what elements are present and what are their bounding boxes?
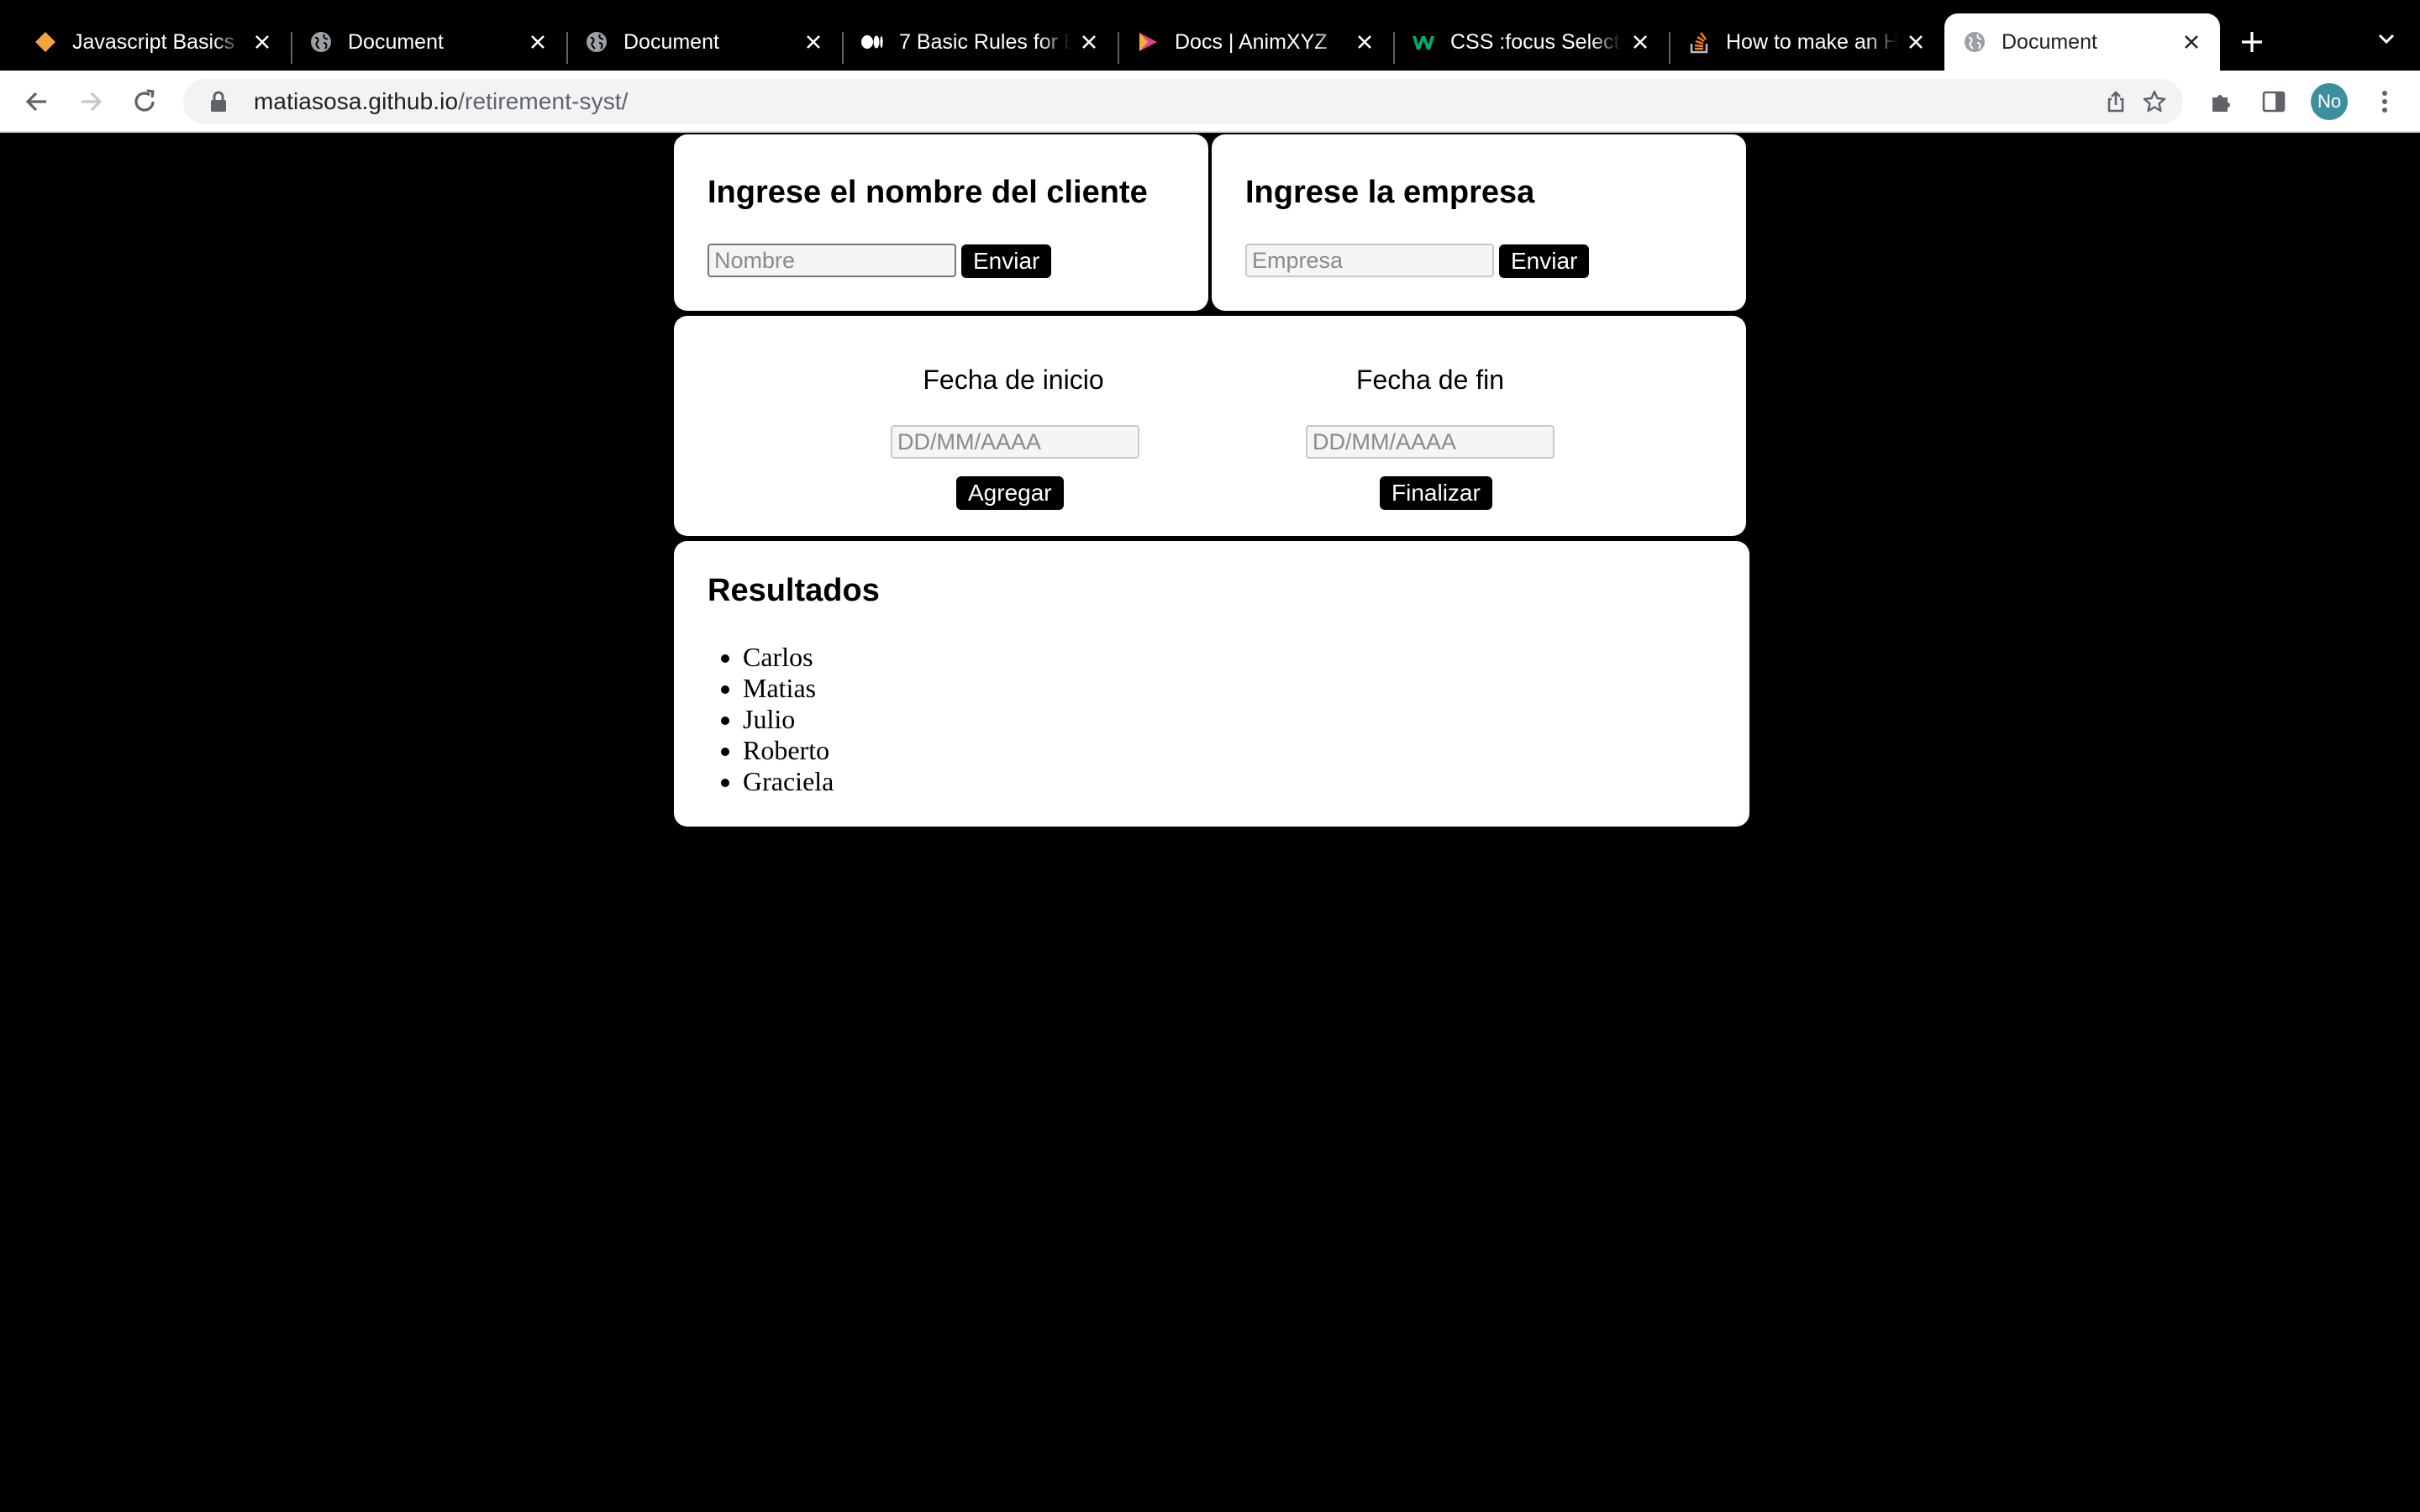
tab-title: 7 Basic Rules for B — [899, 29, 1071, 54]
puzzle-icon — [2212, 95, 2230, 112]
arrow-left-icon — [25, 92, 46, 112]
diamond-icon — [34, 30, 57, 54]
browser-toolbar: matiasosa.github.io/retirement-syst/ No — [0, 71, 2420, 133]
company-submit-button[interactable]: Enviar — [1499, 244, 1590, 278]
play-triangle-icon — [1136, 30, 1160, 54]
profile-avatar[interactable]: No — [2311, 83, 2348, 120]
results-card: Resultados Carlos Matias Julio Roberto G… — [674, 541, 1749, 827]
globe-icon — [585, 30, 608, 54]
list-item: Graciela — [743, 766, 834, 797]
company-input[interactable] — [1245, 244, 1494, 277]
client-heading: Ingrese el nombre del cliente — [708, 175, 1148, 210]
tab-title: Docs | AnimXYZ — [1175, 29, 1328, 54]
results-list: Carlos Matias Julio Roberto Graciela — [709, 642, 834, 797]
arrow-right-icon — [82, 92, 103, 112]
url-text: matiasosa.github.io/retirement-syst/ — [254, 88, 629, 115]
tab-search-button[interactable] — [2373, 25, 2400, 52]
end-date-input[interactable] — [1306, 425, 1555, 459]
add-date-button[interactable]: Agregar — [956, 476, 1064, 510]
url-path: /retirement-syst/ — [458, 88, 629, 114]
tab-document-1[interactable]: Document — [291, 13, 566, 71]
tab-title: Document — [348, 29, 444, 54]
page-viewport: Ingrese el nombre del cliente Enviar Ing… — [0, 133, 2420, 1512]
side-panel-icon — [2262, 91, 2286, 113]
close-icon[interactable] — [1904, 30, 1928, 54]
share-icon[interactable] — [2099, 85, 2133, 118]
client-card: Ingrese el nombre del cliente Enviar — [674, 134, 1208, 311]
company-heading: Ingrese la empresa — [1245, 175, 1535, 210]
end-date-label: Fecha de fin — [1355, 365, 1505, 395]
new-tab-button[interactable] — [2227, 13, 2277, 71]
close-icon[interactable] — [1077, 30, 1101, 54]
tab-strip: Javascript Basics Document Document 7 Ba… — [0, 0, 2420, 71]
tab-title: Document — [2002, 29, 2097, 54]
url-host: matiasosa.github.io — [254, 88, 459, 114]
list-item: Roberto — [743, 735, 834, 766]
reload-icon — [134, 89, 155, 112]
w3schools-icon — [1412, 30, 1435, 54]
client-submit-button[interactable]: Enviar — [961, 244, 1052, 278]
tab-document-2[interactable]: Document — [566, 13, 842, 71]
close-icon[interactable] — [1628, 30, 1652, 54]
side-panel-button[interactable] — [2257, 85, 2291, 118]
list-item: Julio — [743, 704, 834, 735]
tab-title: Javascript Basics — [72, 29, 235, 54]
more-vert-icon — [2382, 91, 2387, 113]
tab-title: CSS :focus Selector — [1450, 29, 1622, 54]
star-icon[interactable] — [2138, 85, 2171, 118]
address-bar[interactable]: matiasosa.github.io/retirement-syst/ — [183, 79, 2183, 124]
close-icon[interactable] — [250, 30, 274, 54]
tab-w3schools[interactable]: CSS :focus Selector — [1393, 13, 1669, 71]
medium-icon — [860, 30, 884, 54]
globe-icon — [1963, 30, 1986, 54]
tab-animxyz-docs[interactable]: Docs | AnimXYZ — [1118, 13, 1393, 71]
client-name-input[interactable] — [708, 244, 956, 277]
close-icon[interactable] — [2180, 30, 2203, 54]
tab-javascript-basics[interactable]: Javascript Basics — [15, 13, 291, 71]
tab-title: Document — [623, 29, 719, 54]
tab-list: Javascript Basics Document Document 7 Ba… — [0, 13, 2220, 71]
back-button[interactable] — [20, 85, 54, 118]
start-date-input[interactable] — [891, 425, 1139, 459]
list-item: Matias — [743, 673, 834, 704]
close-icon[interactable] — [526, 30, 550, 54]
globe-icon — [309, 30, 333, 54]
company-card: Ingrese la empresa Enviar — [1212, 134, 1746, 311]
lock-icon[interactable] — [202, 85, 235, 118]
start-date-label: Fecha de inicio — [923, 365, 1104, 395]
extensions-button[interactable] — [2205, 85, 2238, 118]
browser-menu-button[interactable] — [2368, 85, 2402, 118]
stackoverflow-icon — [1687, 30, 1711, 54]
reload-button[interactable] — [128, 85, 161, 118]
close-icon[interactable] — [802, 30, 825, 54]
results-heading: Resultados — [708, 573, 880, 608]
tab-medium-article[interactable]: 7 Basic Rules for B — [842, 13, 1118, 71]
chevron-down-icon — [2378, 34, 2395, 45]
dates-card: Fecha de inicio Agregar Fecha de fin Fin… — [674, 316, 1746, 536]
close-icon[interactable] — [1353, 30, 1376, 54]
tab-title: How to make an H — [1726, 29, 1897, 54]
tab-stackoverflow[interactable]: How to make an H — [1669, 13, 1944, 71]
finish-button[interactable]: Finalizar — [1380, 476, 1492, 510]
forward-button[interactable] — [74, 85, 108, 118]
list-item: Carlos — [743, 642, 834, 673]
plus-icon — [2242, 32, 2262, 52]
tab-document-active[interactable]: Document — [1944, 13, 2220, 71]
